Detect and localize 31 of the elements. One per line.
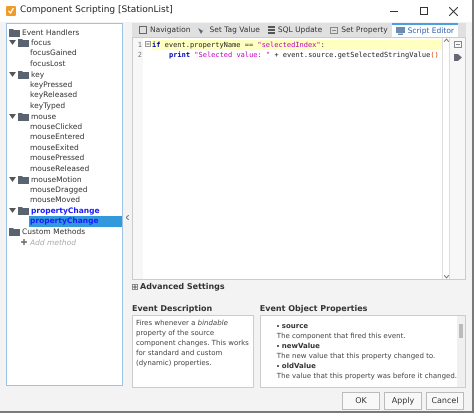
expand-caret-icon[interactable] [9, 39, 16, 46]
folder-icon [18, 38, 29, 48]
dialog-button[interactable]: Cancel [426, 392, 464, 410]
dialog-button[interactable]: Apply [384, 392, 422, 410]
advanced-settings-label[interactable]: Advanced Settings [140, 280, 225, 292]
database-icon [268, 26, 275, 34]
scroll-up-icon[interactable] [444, 38, 448, 42]
window-title: Component Scripting [StationList] [20, 4, 173, 18]
expand-toggle[interactable] [132, 284, 138, 290]
folder-icon [18, 112, 29, 121]
folder-icon [18, 174, 29, 184]
fold-icon[interactable] [144, 41, 150, 47]
folder-icon [9, 28, 20, 37]
expand-caret-icon[interactable] [9, 112, 16, 120]
scroll-down-icon[interactable] [444, 275, 448, 279]
checkbox-icon [139, 26, 147, 34]
panel-icon[interactable] [454, 41, 462, 48]
app-icon [6, 6, 16, 16]
folder-icon [18, 70, 29, 79]
expand-caret-icon[interactable] [9, 207, 16, 214]
section-heading: Event Object Properties [260, 303, 368, 315]
dialog-button[interactable]: OK [342, 392, 380, 410]
close-icon[interactable] [449, 6, 458, 16]
monitor-icon [396, 27, 405, 35]
section-heading: Event Description [132, 303, 214, 315]
expand-caret-icon[interactable] [9, 176, 16, 183]
folder-icon [9, 227, 20, 236]
expand-caret-icon[interactable] [9, 70, 16, 78]
add-icon [21, 239, 27, 246]
folder-icon [18, 206, 29, 216]
scrollbar-thumb[interactable] [459, 324, 463, 338]
